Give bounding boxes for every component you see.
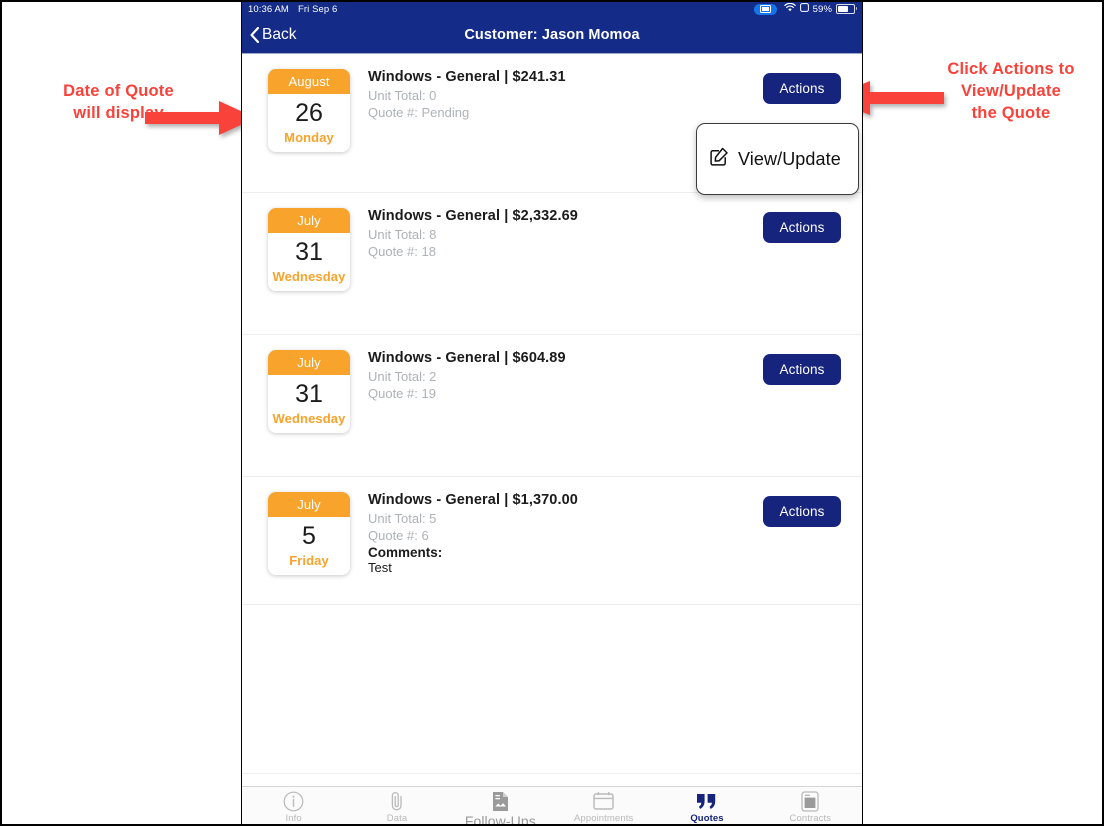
- quote-actions-cell: Actions: [742, 349, 862, 385]
- quote-title: Windows - General | $604.89: [368, 350, 566, 366]
- quote-date-day: 31: [295, 238, 323, 266]
- tab-contracts[interactable]: Contracts: [759, 787, 862, 824]
- screenshot-page: Date of Quote will display Click Actions …: [0, 0, 1104, 826]
- actions-button[interactable]: Actions: [762, 73, 842, 104]
- quote-date-weekday: Monday: [284, 130, 334, 145]
- table-row[interactable]: July 5 Friday Windows - General | $1,370…: [242, 477, 862, 605]
- quote-number: Quote #: 18: [368, 244, 436, 260]
- menu-item-view-update-label: View/Update: [738, 148, 841, 169]
- ios-status-bar: 10:36 AM Fri Sep 6 59%: [242, 2, 862, 16]
- tab-data-label: Data: [386, 813, 408, 824]
- quote-number: Quote #: Pending: [368, 105, 470, 121]
- tab-info-label: Info: [285, 813, 302, 824]
- battery-percent-label: 59%: [812, 3, 832, 15]
- actions-button[interactable]: Actions: [762, 496, 842, 527]
- quote-details: Windows - General | $2,332.69 Unit Total…: [368, 207, 742, 260]
- tab-quotes-label: Quotes: [690, 813, 724, 824]
- page-title: Customer: Jason Momoa: [464, 26, 640, 43]
- quote-date-month: July: [268, 208, 350, 233]
- tab-follow-ups-label: Follow-Ups: [464, 813, 536, 826]
- quote-actions-cell: Actions: [742, 491, 862, 527]
- back-button-label: Back: [262, 25, 297, 43]
- quote-date-day: 31: [295, 380, 323, 408]
- navigation-bar: Back Customer: Jason Momoa: [242, 16, 862, 54]
- actions-button[interactable]: Actions: [762, 212, 842, 243]
- tab-contracts-label: Contracts: [789, 813, 832, 824]
- tab-info[interactable]: Info: [242, 787, 345, 824]
- quote-details: Windows - General | $1,370.00 Unit Total…: [368, 491, 742, 575]
- chevron-left-icon: [250, 26, 259, 43]
- quote-comments-label: Comments:: [368, 545, 443, 561]
- tab-quotes[interactable]: Quotes: [655, 787, 758, 824]
- battery-icon: [836, 4, 857, 14]
- annotation-right-text: Click Actions to View/Update the Quote: [947, 60, 1075, 122]
- calendar-icon: [593, 790, 614, 812]
- contract-icon: [801, 790, 819, 812]
- bottom-tab-bar: Info Data Follow-Ups Appointments Quotes…: [242, 786, 862, 826]
- table-row[interactable]: July 31 Wednesday Windows - General | $2…: [242, 193, 862, 335]
- quote-date-month: July: [268, 350, 350, 375]
- menu-item-view-update[interactable]: View/Update: [697, 147, 858, 171]
- quote-date-weekday: Friday: [289, 553, 329, 568]
- list-empty-area: [242, 605, 862, 774]
- quote-actions-cell: Actions: [742, 68, 862, 104]
- quote-date-card: July 5 Friday: [268, 492, 350, 575]
- actions-popup-menu[interactable]: View/Update: [696, 123, 859, 195]
- quote-details: Windows - General | $241.31 Unit Total: …: [368, 68, 742, 121]
- quote-number: Quote #: 6: [368, 528, 429, 544]
- quote-unit-total: Unit Total: 2: [368, 369, 437, 384]
- quote-date-card: July 31 Wednesday: [268, 208, 350, 291]
- tab-data[interactable]: Data: [345, 787, 448, 824]
- quote-unit-total: Unit Total: 5: [368, 511, 437, 526]
- quote-number: Quote #: 19: [368, 386, 436, 402]
- quote-title: Windows - General | $2,332.69: [368, 208, 578, 224]
- status-bar-date: Fri Sep 6: [297, 3, 338, 15]
- quote-title: Windows - General | $1,370.00: [368, 492, 578, 508]
- tab-follow-ups[interactable]: Follow-Ups: [449, 787, 552, 826]
- tab-appointments[interactable]: Appointments: [552, 787, 655, 824]
- edit-square-icon: [710, 147, 729, 171]
- wifi-icon: [783, 2, 796, 15]
- quote-date-card: July 31 Wednesday: [268, 350, 350, 433]
- quote-date-weekday: Wednesday: [272, 269, 346, 284]
- quote-date-day: 26: [295, 99, 323, 127]
- quote-date-weekday: Wednesday: [272, 411, 346, 426]
- actions-button[interactable]: Actions: [762, 354, 842, 385]
- status-bar-time: 10:36 AM: [248, 3, 289, 15]
- quote-actions-cell: Actions: [742, 207, 862, 243]
- quote-date-day: 5: [302, 522, 316, 550]
- rotation-lock-icon: [799, 3, 809, 15]
- screen-mirroring-icon: [753, 3, 777, 15]
- quote-comments-text: Test: [368, 560, 392, 576]
- quote-marks-icon: [696, 790, 717, 812]
- document-icon: [492, 790, 509, 812]
- quote-details: Windows - General | $604.89 Unit Total: …: [368, 349, 742, 402]
- info-circle-icon: [283, 790, 304, 812]
- paperclip-icon: [390, 790, 404, 812]
- table-row[interactable]: July 31 Wednesday Windows - General | $6…: [242, 335, 862, 477]
- status-bar-right-cluster: 59%: [783, 2, 857, 15]
- quote-date-month: July: [268, 492, 350, 517]
- quote-date-card: August 26 Monday: [268, 69, 350, 152]
- quote-date-month: August: [268, 69, 350, 94]
- quote-unit-total: Unit Total: 8: [368, 227, 437, 242]
- quote-unit-total: Unit Total: 0: [368, 88, 437, 103]
- quote-title: Windows - General | $241.31: [368, 69, 566, 85]
- back-button[interactable]: Back: [250, 26, 296, 44]
- tab-appointments-label: Appointments: [574, 813, 634, 824]
